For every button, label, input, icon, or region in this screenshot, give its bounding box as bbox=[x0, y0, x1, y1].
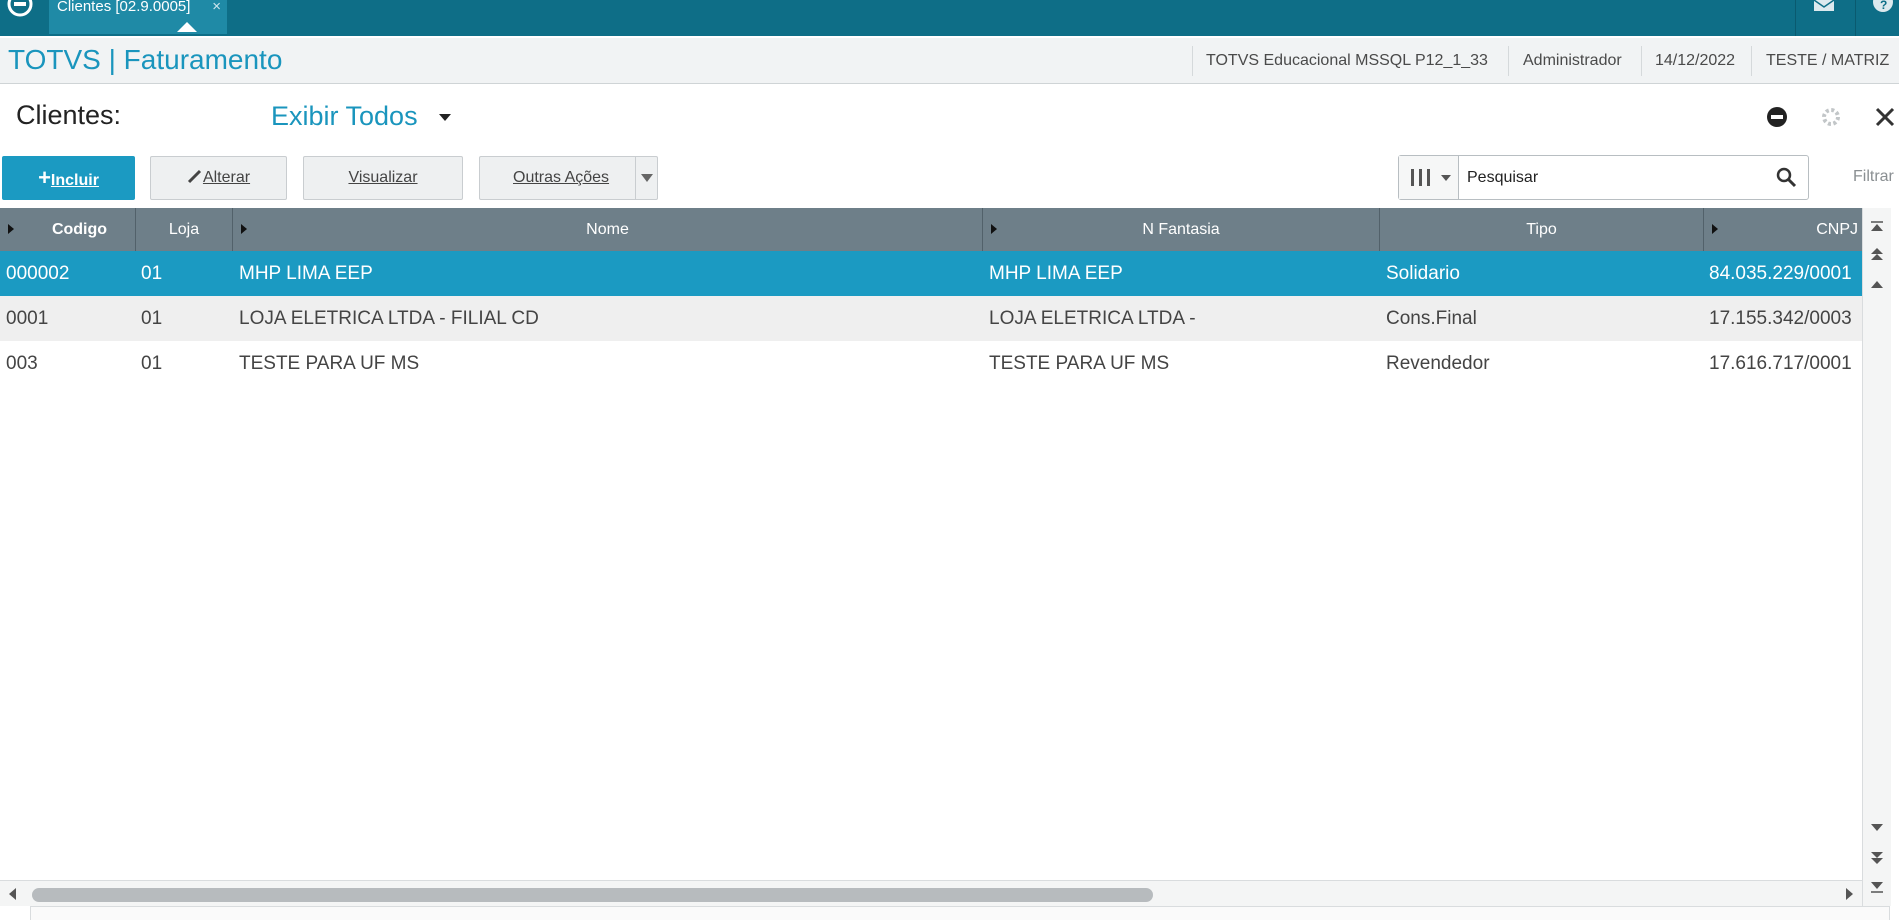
table-row[interactable]: 0001 01 LOJA ELETRICA LTDA - FILIAL CD L… bbox=[0, 296, 1862, 341]
columns-selector[interactable] bbox=[1399, 156, 1459, 199]
header-divider bbox=[1751, 46, 1752, 76]
tab-active-indicator bbox=[177, 22, 197, 32]
cell-codigo: 0001 bbox=[6, 308, 49, 329]
tab-close-icon[interactable]: × bbox=[212, 0, 221, 14]
topbar-divider bbox=[1795, 0, 1796, 36]
header-divider bbox=[1641, 46, 1642, 76]
column-header-label: Codigo bbox=[51, 221, 108, 238]
visualizar-label: Visualizar bbox=[348, 169, 418, 186]
chevron-down-icon bbox=[641, 174, 653, 182]
column-header-label: N Fantasia bbox=[1142, 221, 1220, 238]
app-header: TOTVS | Faturamento TOTVS Educacional MS… bbox=[0, 38, 1899, 84]
browse-title: Clientes: bbox=[16, 100, 122, 130]
help-icon[interactable]: ? bbox=[1872, 0, 1894, 14]
tab-label: Clientes [02.9.0005] bbox=[57, 0, 191, 15]
column-header-loja[interactable]: Loja bbox=[136, 208, 233, 251]
outras-acoes-label: Outras Ações bbox=[513, 169, 610, 186]
date-label: 14/12/2022 bbox=[1655, 52, 1736, 69]
totvs-logo-icon[interactable] bbox=[6, 0, 34, 28]
close-icon[interactable] bbox=[1874, 106, 1896, 128]
user-label: Administrador bbox=[1523, 52, 1622, 69]
topbar-divider bbox=[1855, 0, 1856, 36]
svg-text:?: ? bbox=[1880, 0, 1887, 12]
cell-tipo: Revendedor bbox=[1386, 353, 1490, 374]
gear-icon[interactable] bbox=[1820, 106, 1842, 128]
cell-codigo: 000002 bbox=[6, 263, 70, 284]
column-menu-icon[interactable] bbox=[241, 224, 247, 234]
clients-grid: Codigo Loja Nome N Fantasia Tipo CNPJ 00… bbox=[0, 208, 1862, 880]
vertical-scrollbar[interactable] bbox=[1862, 208, 1891, 906]
table-row[interactable]: 000002 01 MHP LIMA EEP MHP LIMA EEP Soli… bbox=[0, 251, 1862, 296]
scroll-left-icon[interactable] bbox=[8, 888, 18, 900]
app-title: TOTVS | Faturamento bbox=[8, 44, 283, 75]
environment-label: TOTVS Educacional MSSQL P12_1_33 bbox=[1206, 52, 1488, 69]
cell-n-fantasia: TESTE PARA UF MS bbox=[989, 353, 1170, 374]
outras-acoes-button[interactable]: Outras Ações bbox=[479, 156, 658, 200]
view-filter-select[interactable]: Exibir Todos bbox=[271, 101, 418, 132]
scroll-down-icon[interactable] bbox=[1869, 821, 1885, 835]
cell-cnpj: 17.616.717/0001 bbox=[1709, 353, 1852, 374]
columns-icon bbox=[1411, 169, 1451, 186]
footer-panel bbox=[30, 906, 1890, 920]
scroll-page-up-icon[interactable] bbox=[1869, 248, 1885, 262]
grid-header: Codigo Loja Nome N Fantasia Tipo CNPJ bbox=[0, 208, 1862, 251]
cell-nome: LOJA ELETRICA LTDA - FILIAL CD bbox=[239, 308, 539, 329]
outras-acoes-dropdown[interactable] bbox=[635, 157, 657, 199]
scroll-right-icon[interactable] bbox=[1844, 888, 1854, 900]
scroll-page-down-icon[interactable] bbox=[1869, 851, 1885, 865]
column-header-label: Loja bbox=[168, 221, 200, 238]
cell-nome: MHP LIMA EEP bbox=[239, 263, 373, 284]
cell-loja: 01 bbox=[141, 353, 163, 374]
cell-tipo: Solidario bbox=[1386, 263, 1460, 284]
column-menu-icon[interactable] bbox=[991, 224, 997, 234]
column-menu-icon[interactable] bbox=[8, 224, 14, 234]
header-divider bbox=[1192, 46, 1193, 76]
cell-nome: TESTE PARA UF MS bbox=[239, 353, 420, 374]
column-header-label: CNPJ bbox=[1816, 221, 1858, 238]
cell-n-fantasia: LOJA ELETRICA LTDA - bbox=[989, 308, 1196, 329]
mail-icon[interactable] bbox=[1813, 0, 1835, 14]
horizontal-scrollbar[interactable] bbox=[0, 880, 1862, 906]
alterar-button[interactable]: Alterar bbox=[150, 156, 287, 200]
alterar-label: Alterar bbox=[202, 169, 251, 186]
pencil-icon bbox=[187, 169, 201, 184]
column-header-n-fantasia[interactable]: N Fantasia bbox=[983, 208, 1380, 251]
search-input[interactable] bbox=[1467, 166, 1757, 190]
cell-codigo: 003 bbox=[6, 353, 38, 374]
cell-tipo: Cons.Final bbox=[1386, 308, 1477, 329]
search-box bbox=[1398, 155, 1809, 200]
column-header-label: Nome bbox=[586, 221, 629, 238]
column-header-label: Tipo bbox=[1526, 221, 1557, 238]
company-label: TESTE / MATRIZ bbox=[1766, 52, 1890, 69]
search-icon[interactable] bbox=[1775, 166, 1797, 188]
scroll-up-icon[interactable] bbox=[1869, 278, 1885, 292]
column-header-cnpj[interactable]: CNPJ bbox=[1704, 208, 1862, 251]
column-header-nome[interactable]: Nome bbox=[233, 208, 983, 251]
cell-loja: 01 bbox=[141, 263, 163, 284]
column-header-codigo[interactable]: Codigo bbox=[0, 208, 136, 251]
incluir-label: Incluir bbox=[50, 172, 99, 189]
top-bar: Clientes [02.9.0005] × ? bbox=[0, 0, 1899, 36]
scroll-first-icon[interactable] bbox=[1869, 220, 1885, 234]
chevron-down-icon[interactable] bbox=[439, 114, 451, 121]
plus-icon: + bbox=[38, 165, 51, 190]
minimize-icon[interactable] bbox=[1766, 106, 1788, 128]
tab-clientes[interactable]: Clientes [02.9.0005] × bbox=[49, 0, 227, 34]
cell-cnpj: 17.155.342/0003 bbox=[1709, 308, 1852, 329]
header-divider bbox=[1508, 46, 1509, 76]
cell-loja: 01 bbox=[141, 308, 163, 329]
cell-cnpj: 84.035.229/0001 bbox=[1709, 263, 1852, 284]
column-header-tipo[interactable]: Tipo bbox=[1380, 208, 1704, 251]
table-row[interactable]: 003 01 TESTE PARA UF MS TESTE PARA UF MS… bbox=[0, 341, 1862, 386]
incluir-button[interactable]: +Incluir bbox=[2, 156, 135, 200]
filter-link[interactable]: Filtrar bbox=[1853, 168, 1894, 186]
scroll-last-icon[interactable] bbox=[1869, 880, 1885, 894]
cell-n-fantasia: MHP LIMA EEP bbox=[989, 263, 1123, 284]
column-menu-icon[interactable] bbox=[1712, 224, 1718, 234]
horizontal-scroll-thumb[interactable] bbox=[32, 888, 1153, 902]
visualizar-button[interactable]: Visualizar bbox=[303, 156, 463, 200]
